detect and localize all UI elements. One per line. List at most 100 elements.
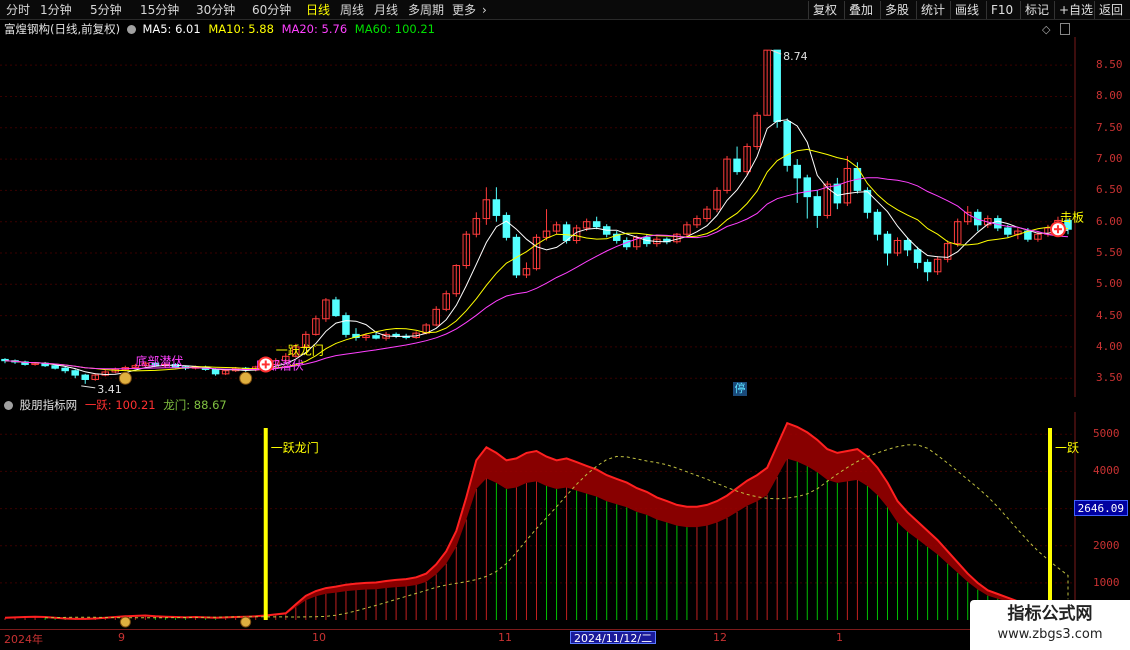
- indicator-title: 股朋指标网: [19, 398, 78, 412]
- tab-multi-period[interactable]: 多周期: [408, 2, 444, 18]
- candle-body: [492, 199, 501, 216]
- candle-body: [793, 164, 801, 179]
- price-tick-label: 3.50: [1096, 371, 1123, 385]
- stock-title: 富煌钢构(日线,前复权): [4, 22, 121, 36]
- candle-body: [803, 177, 812, 198]
- add-watchlist-button[interactable]: +自选: [1054, 1, 1097, 19]
- tab-weekly[interactable]: 周线: [340, 2, 364, 18]
- xaxis-label: 9: [118, 631, 125, 644]
- low-price-label: 3.41: [97, 383, 122, 396]
- tab-daily[interactable]: 日线: [306, 2, 330, 18]
- price-tick-label: 7.50: [1096, 120, 1123, 134]
- candle-body: [342, 315, 350, 335]
- candle-body: [81, 374, 89, 380]
- xaxis-label: 11: [498, 631, 512, 644]
- indicator-tick-label: 1000: [1093, 575, 1120, 589]
- price-tick-label: 7.00: [1096, 152, 1123, 166]
- candle-body: [211, 368, 220, 375]
- candle-body: [873, 211, 882, 235]
- candle-body: [903, 239, 912, 251]
- settings-dot-icon[interactable]: [126, 25, 136, 34]
- high-price-label: 8.74: [783, 50, 808, 63]
- xaxis-label: 12: [713, 631, 727, 644]
- price-tick-label: 5.00: [1096, 277, 1123, 291]
- ma10-value: MA10: 5.88: [208, 22, 274, 36]
- candle-body: [51, 365, 59, 369]
- candle-body: [502, 214, 511, 238]
- indicator-tick-label: 2000: [1093, 538, 1120, 552]
- tab-30min[interactable]: 30分钟: [196, 2, 235, 18]
- tab-more[interactable]: 更多: [452, 2, 476, 18]
- leap-signal-label: 一跃龙门: [276, 342, 324, 357]
- indicator-chart[interactable]: 一跃龙门 一跃: [0, 412, 1130, 630]
- indicator-v1: 一跃: 100.21: [84, 398, 156, 412]
- ma20-value: MA20: 5.76: [281, 22, 348, 36]
- price-tick-label: 4.00: [1096, 339, 1123, 353]
- leap-signal-label: 一跃: [1055, 441, 1079, 455]
- leap-signal-bar: [263, 428, 268, 620]
- statistics-button[interactable]: 统计: [916, 1, 949, 19]
- site-watermark: 指标公式网 www.zbgs3.com: [970, 600, 1130, 650]
- price-tick-label: 6.00: [1096, 214, 1123, 228]
- indicator-info: 股朋指标网 一跃: 100.21 龙门: 88.67: [4, 397, 227, 413]
- candle-body: [923, 261, 932, 273]
- price-tick-label: 8.50: [1096, 58, 1123, 72]
- mark-button[interactable]: 标记: [1020, 1, 1053, 19]
- ma60-value: MA60: 100.21: [354, 22, 435, 36]
- candle-body: [733, 158, 741, 173]
- bottom-signal-label: 底部潜伏: [135, 354, 183, 369]
- f10-button[interactable]: F10: [986, 1, 1017, 19]
- tab-5min[interactable]: 5分钟: [90, 2, 122, 18]
- chevron-right-icon[interactable]: ›: [482, 2, 487, 18]
- tab-15min[interactable]: 15分钟: [140, 2, 179, 18]
- candle-body: [813, 196, 822, 216]
- candle-body: [994, 218, 1002, 229]
- tab-monthly[interactable]: 月线: [374, 2, 398, 18]
- candle-body: [592, 221, 601, 228]
- ma5-value: MA5: 6.01: [142, 22, 201, 36]
- draw-line-button[interactable]: 画线: [950, 1, 983, 19]
- main-chart-info: 富煌钢构(日线,前复权) MA5: 6.01 MA10: 5.88 MA20: …: [4, 21, 435, 37]
- price-tick-label: 6.50: [1096, 183, 1123, 197]
- leap-signal-label: 一跃龙门: [271, 440, 319, 455]
- watermark-title: 指标公式网: [1007, 604, 1093, 624]
- diamond-icon[interactable]: ◇: [1042, 23, 1050, 36]
- candle-body: [332, 299, 340, 317]
- indicator-v2: 龙门: 88.67: [163, 398, 227, 412]
- candle-body: [1004, 227, 1012, 235]
- money-bag-icon: [240, 616, 252, 628]
- ma20-line: [4, 177, 1069, 370]
- candle-body: [773, 49, 781, 123]
- price-tick-label: 8.00: [1096, 89, 1123, 103]
- settings-dot-icon[interactable]: [4, 401, 13, 410]
- candle-body: [783, 121, 791, 166]
- candle-body: [372, 335, 380, 339]
- candle-body: [883, 233, 892, 254]
- price-chart-svg[interactable]: 8.743.41底部潜伏 底部潜伏一跃龙门击板: [0, 37, 1130, 397]
- money-bag-icon: [118, 371, 132, 385]
- xaxis-label: 2024年: [4, 633, 43, 646]
- candle-body: [61, 367, 69, 372]
- period-toolbar: 分时 1分钟 5分钟 15分钟 30分钟 60分钟 日线 周线 月线 多周期 更…: [0, 0, 1130, 20]
- suspension-badge: 停: [733, 382, 747, 396]
- low-pointer: [81, 385, 96, 389]
- time-axis: [0, 629, 1130, 650]
- tab-60min[interactable]: 60分钟: [252, 2, 291, 18]
- cursor-date: 2024/11/12/二: [570, 631, 657, 645]
- back-button[interactable]: 返回: [1094, 1, 1127, 19]
- right-signal-label: 击板: [1060, 211, 1084, 225]
- indicator-current-value: 2646.09: [1073, 500, 1128, 516]
- tab-1min[interactable]: 1分钟: [40, 2, 72, 18]
- watermark-url: www.zbgs3.com: [997, 627, 1103, 642]
- overlay-button[interactable]: 叠加: [844, 1, 877, 19]
- indicator-tick-label: 4000: [1093, 464, 1120, 478]
- scroll-up-icon[interactable]: [1060, 23, 1070, 35]
- xaxis-label: 1: [836, 631, 843, 644]
- indicator-chart-svg[interactable]: 一跃龙门 一跃: [0, 412, 1130, 630]
- fuquan-button[interactable]: 复权: [808, 1, 841, 19]
- price-chart[interactable]: 8.74 3.41 底部潜伏 底部潜伏 一跃龙门 击板: [0, 37, 1130, 397]
- tab-fenshi[interactable]: 分时: [6, 2, 30, 18]
- price-tick-label: 5.50: [1096, 246, 1123, 259]
- xaxis-label: 10: [312, 631, 326, 644]
- multi-stock-button[interactable]: 多股: [880, 1, 913, 19]
